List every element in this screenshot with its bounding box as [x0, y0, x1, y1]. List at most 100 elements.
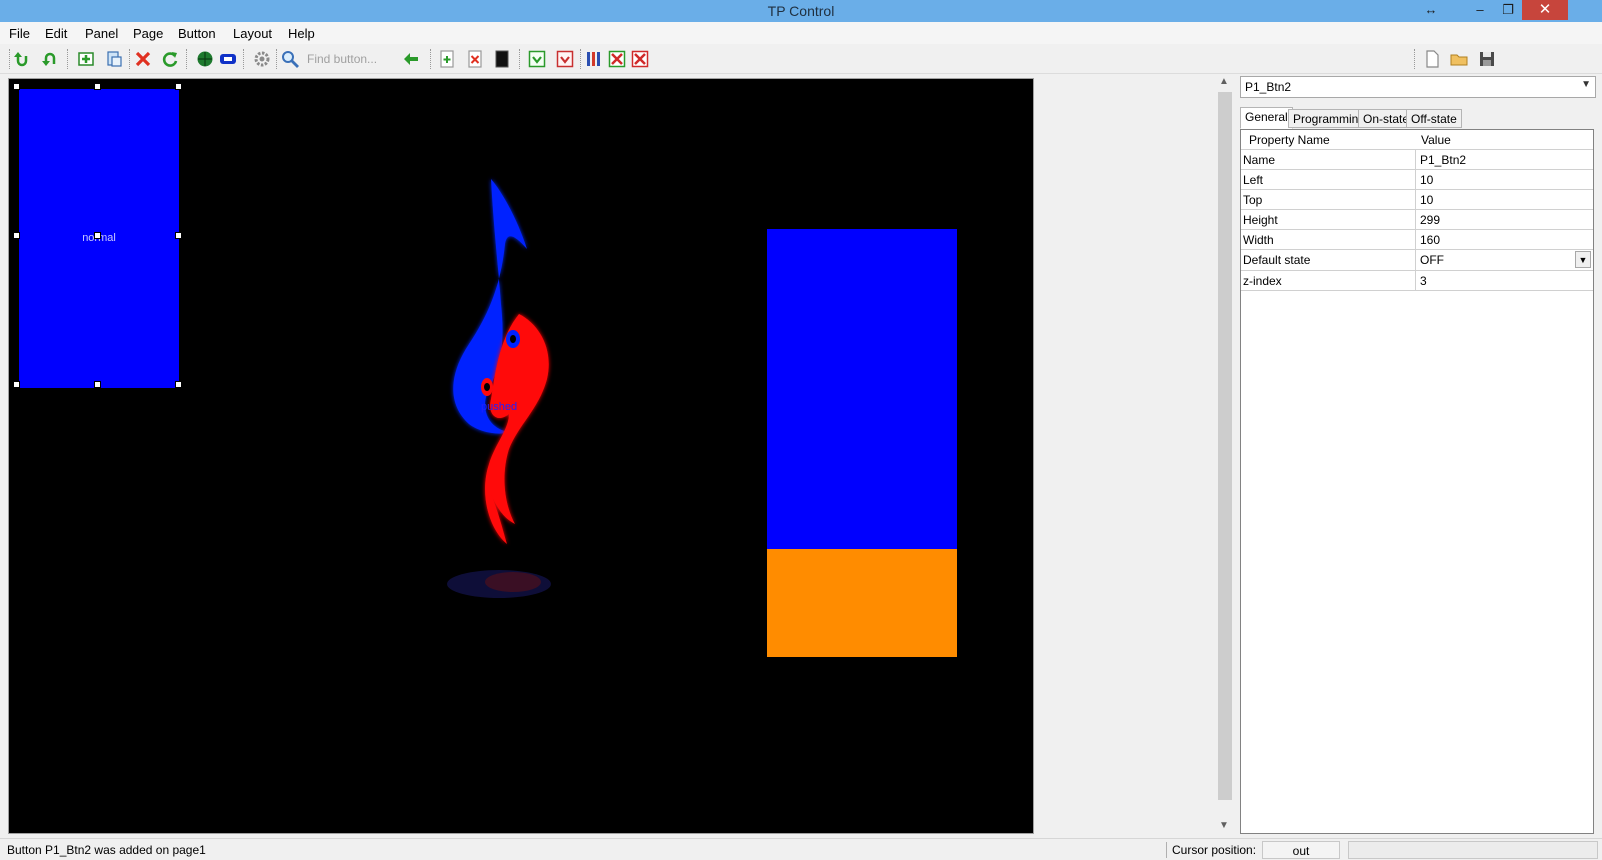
toolbar-grip: [9, 49, 10, 69]
open-folder-icon[interactable]: [1449, 49, 1469, 69]
property-row-height[interactable]: Height 299: [1241, 210, 1593, 230]
new-file-icon[interactable]: [1422, 49, 1442, 69]
property-value[interactable]: 299: [1415, 210, 1592, 229]
property-label: Name: [1243, 153, 1276, 167]
redo-icon[interactable]: [41, 49, 61, 69]
tab-off-state[interactable]: Off-state: [1406, 109, 1462, 128]
add-page-icon[interactable]: [437, 49, 457, 69]
close-red-icon[interactable]: [630, 49, 650, 69]
tab-general[interactable]: General: [1240, 107, 1293, 129]
page-icon[interactable]: [104, 49, 124, 69]
header-value: Value: [1421, 133, 1451, 147]
search-icon: [282, 51, 299, 68]
title-bar: TP Control ↔ – ❐ ✕: [0, 0, 1602, 22]
orange-button[interactable]: [767, 549, 957, 657]
property-row-z-index[interactable]: z-index 3: [1241, 271, 1593, 291]
resize-handle[interactable]: [13, 381, 20, 388]
default-state-dropdown[interactable]: OFF ▼: [1415, 250, 1592, 270]
blue-button[interactable]: [767, 229, 957, 549]
chevron-down-icon[interactable]: ▼: [1575, 251, 1591, 268]
scrollbar-thumb[interactable]: [1218, 92, 1232, 800]
property-value[interactable]: 10: [1415, 190, 1592, 209]
property-value[interactable]: 3: [1415, 271, 1592, 290]
download-icon[interactable]: [527, 49, 547, 69]
property-row-width[interactable]: Width 160: [1241, 230, 1593, 250]
object-selector[interactable]: P1_Btn2 ▼: [1240, 76, 1596, 98]
menu-file[interactable]: File: [9, 26, 30, 41]
undo-icon[interactable]: [12, 49, 32, 69]
add-panel-icon[interactable]: [76, 49, 96, 69]
columns-icon[interactable]: [584, 49, 604, 69]
menu-layout[interactable]: Layout: [233, 26, 272, 41]
resize-handle[interactable]: [94, 381, 101, 388]
download-red-icon[interactable]: [555, 49, 575, 69]
cursor-position-label: Cursor position:: [1172, 843, 1257, 857]
property-label: Top: [1243, 193, 1263, 207]
menu-help[interactable]: Help: [288, 26, 315, 41]
menu-edit[interactable]: Edit: [45, 26, 67, 41]
property-row-name[interactable]: Name P1_Btn2: [1241, 150, 1593, 170]
close-button[interactable]: ✕: [1522, 0, 1568, 20]
go-back-icon[interactable]: [401, 49, 421, 69]
property-label: z-index: [1243, 274, 1282, 288]
minimize-button[interactable]: –: [1466, 0, 1494, 20]
resize-handle[interactable]: [175, 381, 182, 388]
property-value[interactable]: 10: [1415, 170, 1592, 189]
property-value: OFF: [1420, 253, 1444, 267]
window-title: TP Control: [767, 3, 835, 19]
property-label: Left: [1243, 173, 1264, 187]
property-row-default-state[interactable]: Default state OFF ▼: [1241, 250, 1593, 271]
canvas-scrollbar[interactable]: ▲ ▼: [1216, 74, 1234, 836]
property-label: Height: [1243, 213, 1278, 227]
property-value[interactable]: 160: [1415, 230, 1592, 249]
properties-panel: P1_Btn2 ▼ General Programming On-state O…: [1236, 74, 1602, 836]
property-row-top[interactable]: Top 10: [1241, 190, 1593, 210]
toolbar-separator: [243, 49, 244, 69]
settings-icon[interactable]: [252, 49, 272, 69]
toolbar-separator: [276, 49, 277, 69]
status-message: Button P1_Btn2 was added on page1: [7, 843, 206, 857]
screen-icon[interactable]: [218, 49, 238, 69]
delete-icon[interactable]: [133, 49, 153, 69]
property-grid: Property Name Value Name P1_Btn2 Left 10…: [1240, 129, 1594, 834]
restore-button[interactable]: ❐: [1494, 0, 1522, 20]
find-button-input[interactable]: [307, 51, 415, 67]
toolbar: [0, 44, 1602, 74]
menu-page[interactable]: Page: [133, 26, 163, 41]
delete-page-icon[interactable]: [465, 49, 485, 69]
toolbar-separator: [1414, 49, 1415, 69]
design-canvas[interactable]: normal pushed: [8, 78, 1034, 834]
scroll-down-icon[interactable]: ▼: [1219, 820, 1229, 831]
save-icon[interactable]: [1477, 49, 1497, 69]
object-selector-value: P1_Btn2: [1245, 80, 1292, 94]
resize-handle[interactable]: [13, 83, 20, 90]
toolbar-separator: [129, 49, 130, 69]
menu-button[interactable]: Button: [178, 26, 216, 41]
refresh-icon[interactable]: [160, 49, 180, 69]
resize-handle[interactable]: [175, 83, 182, 90]
chevron-down-icon: ▼: [1581, 79, 1591, 90]
button-label-pushed: pushed: [481, 401, 518, 413]
property-row-left[interactable]: Left 10: [1241, 170, 1593, 190]
globe-icon[interactable]: [195, 49, 215, 69]
menu-panel[interactable]: Panel: [85, 26, 118, 41]
status-progress: [1348, 841, 1598, 859]
move-handle[interactable]: [94, 232, 101, 239]
resize-icon[interactable]: ↔: [1418, 0, 1444, 20]
menu-bar: File Edit Panel Page Button Layout Help: [0, 22, 1602, 44]
resize-handle[interactable]: [13, 232, 20, 239]
resize-handle[interactable]: [175, 232, 182, 239]
header-property-name: Property Name: [1249, 133, 1330, 147]
resize-handle[interactable]: [94, 83, 101, 90]
close-box-icon[interactable]: [607, 49, 627, 69]
status-bar: Button P1_Btn2 was added on page1 Cursor…: [0, 838, 1602, 860]
property-label: Width: [1243, 233, 1274, 247]
status-separator: [1166, 842, 1167, 858]
toolbar-separator: [67, 49, 68, 69]
toolbar-separator: [186, 49, 187, 69]
scroll-up-icon[interactable]: ▲: [1219, 76, 1229, 87]
black-page-icon[interactable]: [492, 49, 512, 69]
toolbar-separator: [430, 49, 431, 69]
cursor-position-value: out: [1262, 841, 1340, 859]
property-value[interactable]: P1_Btn2: [1415, 150, 1592, 169]
